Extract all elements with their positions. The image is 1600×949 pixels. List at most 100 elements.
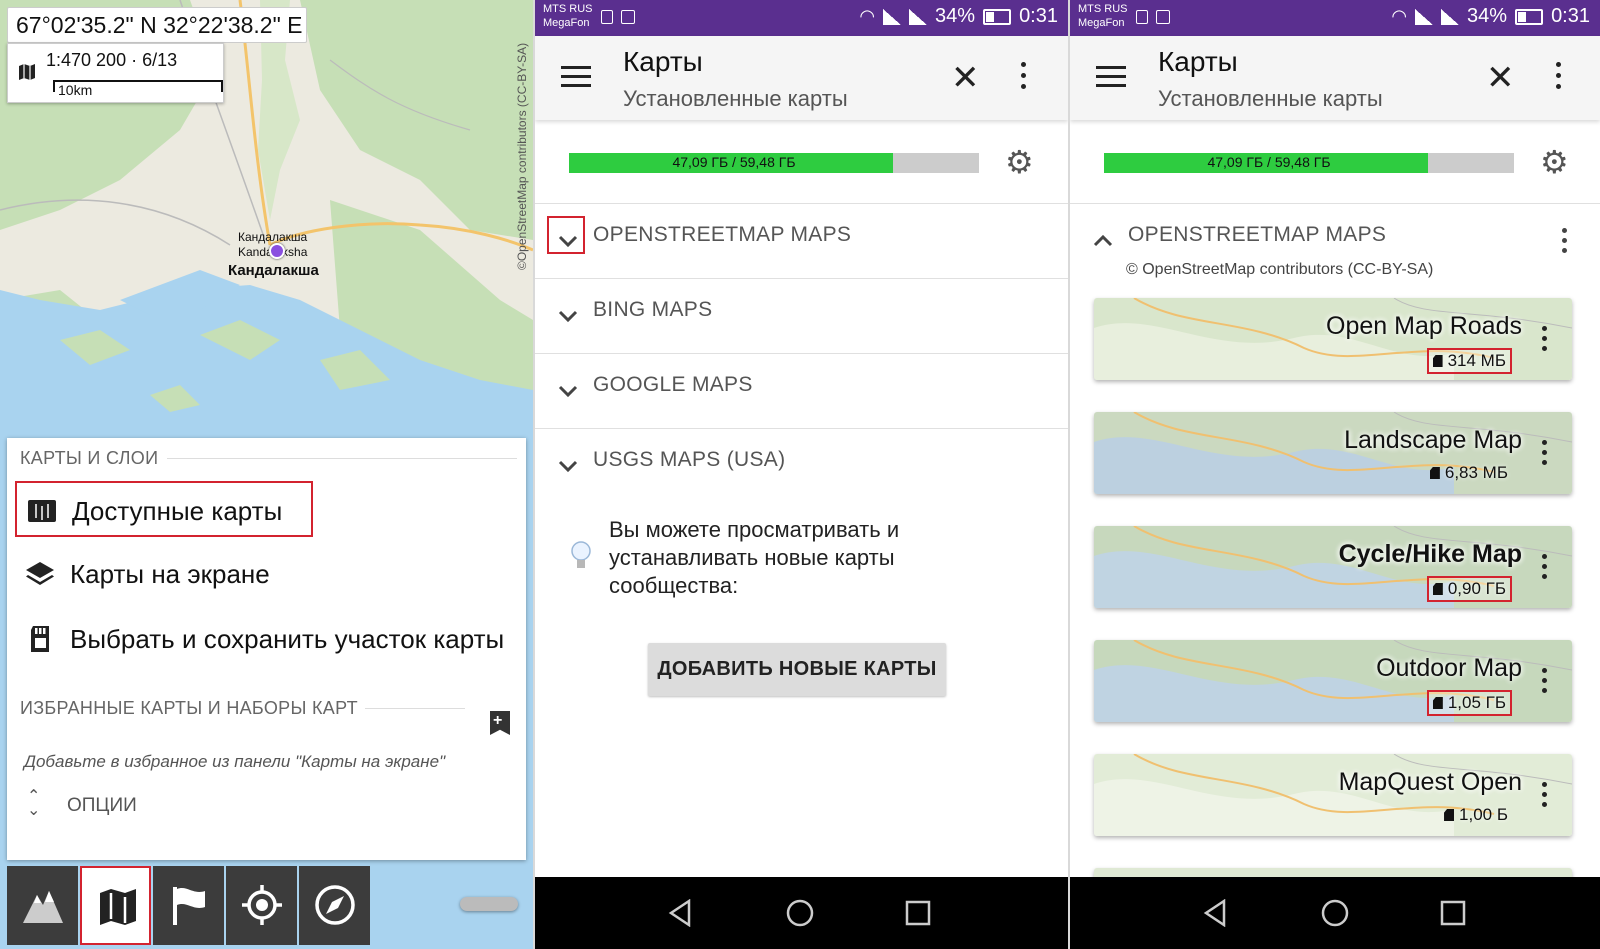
map-size-value: 0,90 ГБ: [1447, 579, 1506, 598]
provider-name: OPENSTREETMAP MAPS: [593, 223, 852, 246]
sim-icon: [1136, 10, 1148, 24]
home-icon[interactable]: [1321, 899, 1349, 927]
battery-icon: [983, 8, 1012, 25]
map-name: Outdoor Map: [1376, 654, 1522, 682]
map-card[interactable]: Cycle/Hike Map 0,90 ГБ: [1094, 526, 1572, 608]
map-panel: 67°02'35.2" N 32°22'38.2" E 1:470 200 · …: [0, 0, 533, 949]
app-header: Карты Установленные карты ✕: [1070, 36, 1600, 120]
maps-providers-panel: MTS RUS MegaFon ◠ 34% 0:31 Карты Установл…: [535, 0, 1068, 949]
gear-icon[interactable]: ⚙: [1005, 146, 1034, 178]
page-subtitle: Установленные карты: [623, 86, 848, 111]
terrain-button[interactable]: [7, 866, 78, 945]
map-book-icon: [28, 500, 56, 522]
scale-indicator[interactable]: 1:470 200 · 6/13 10km: [7, 43, 224, 103]
more-vert-icon[interactable]: [1542, 668, 1548, 696]
page-subtitle: Установленные карты: [1158, 86, 1383, 111]
compass-icon: [315, 885, 355, 925]
storage-bar: 47,09 ГБ / 59,48 ГБ: [569, 153, 979, 173]
provider-row-osm[interactable]: OPENSTREETMAP MAPS: [535, 203, 1068, 277]
menu-item-label: Выбрать и сохранить участок карты: [70, 624, 505, 654]
provider-row-usgs[interactable]: USGS MAPS (USA): [535, 428, 1068, 502]
lightbulb-icon: [571, 541, 591, 568]
map-size-value: 6,83 МБ: [1444, 463, 1508, 482]
app-header: Карты Установленные карты ✕: [535, 36, 1068, 120]
wifi-icon: ◠: [1391, 6, 1408, 26]
menu-item-visible-maps[interactable]: Карты на экране: [15, 546, 519, 602]
current-location-marker[interactable]: [269, 243, 285, 259]
menu-item-label: Доступные карты: [72, 496, 283, 526]
map-name: Cycle/Hike Map: [1338, 540, 1522, 568]
town-label-main: Кандалакша: [228, 262, 319, 279]
locate-button[interactable]: [226, 866, 297, 945]
status-right: ◠ 34% 0:31: [1391, 5, 1590, 28]
storage-text: 47,09 ГБ / 59,48 ГБ: [672, 154, 796, 170]
page-title: Карты: [623, 46, 703, 77]
coordinates-readout[interactable]: 67°02'35.2" N 32°22'38.2" E: [7, 7, 307, 43]
section-title-favorites: ИЗБРАННЫЕ КАРТЫ И НАБОРЫ КАРТ: [20, 698, 358, 718]
more-vert-icon[interactable]: [1562, 228, 1568, 256]
map-card[interactable]: Open Map Roads 314 МБ: [1094, 298, 1572, 380]
compass-button[interactable]: [299, 866, 370, 945]
maps-button[interactable]: [80, 866, 151, 945]
recents-icon[interactable]: [1439, 899, 1467, 927]
community-tip: Вы можете просматривать и устанавливать …: [609, 517, 900, 598]
map-size: 1,00 Б: [1440, 804, 1512, 826]
menu-icon[interactable]: [1096, 66, 1126, 88]
storage-text: 47,09 ГБ / 59,48 ГБ: [1207, 154, 1331, 170]
more-vert-icon[interactable]: [1542, 440, 1548, 468]
more-vert-icon[interactable]: [1542, 326, 1548, 354]
map-size: 6,83 МБ: [1426, 462, 1512, 484]
carrier-1: MTS RUS: [1078, 3, 1128, 15]
bottom-toolbar: [7, 866, 372, 945]
close-icon[interactable]: ✕: [951, 58, 980, 98]
sd-card-icon: [1432, 583, 1443, 595]
sim-icon: [601, 10, 613, 24]
zoom-handle[interactable]: [460, 897, 518, 911]
back-icon[interactable]: [667, 899, 695, 927]
carrier-labels: MTS RUS MegaFon: [543, 2, 593, 30]
battery-icon: [1515, 8, 1544, 25]
provider-row-google[interactable]: GOOGLE MAPS: [535, 353, 1068, 427]
image-icon: [1156, 10, 1170, 24]
sd-card-icon: [1432, 355, 1443, 367]
add-new-maps-button[interactable]: ДОБАВИТЬ НОВЫЕ КАРТЫ: [648, 643, 946, 696]
back-icon[interactable]: [1202, 899, 1230, 927]
more-vert-icon[interactable]: [1542, 554, 1548, 582]
sd-card-icon: [31, 626, 49, 652]
battery-percent: 34%: [935, 5, 976, 27]
carrier-2: MegaFon: [1078, 17, 1125, 29]
scale-bar-label: 10km: [58, 82, 93, 98]
more-vert-icon[interactable]: [1542, 782, 1548, 810]
chevron-down-icon: [558, 460, 578, 473]
map-icon: [19, 64, 35, 80]
map-size-value: 1,05 ГБ: [1447, 693, 1506, 712]
provider-row-bing[interactable]: BING MAPS: [535, 278, 1068, 352]
section-divider: [365, 708, 465, 709]
more-vert-icon[interactable]: [1021, 62, 1027, 92]
more-vert-icon[interactable]: [1556, 62, 1562, 92]
chevron-down-icon: [558, 235, 578, 248]
map-attribution: ©OpenStreetMap contributors (CC-BY-SA): [515, 42, 529, 270]
carrier-1: MTS RUS: [543, 3, 593, 15]
chevron-down-icon: [558, 310, 578, 323]
map-size: 1,05 ГБ: [1426, 690, 1512, 716]
scale-text: 1:470 200 · 6/13: [46, 50, 178, 70]
home-icon[interactable]: [786, 899, 814, 927]
close-icon[interactable]: ✕: [1486, 58, 1515, 98]
map-size-value: 314 МБ: [1447, 351, 1506, 370]
signal-icon-2: [909, 8, 928, 25]
waypoints-button[interactable]: [153, 866, 224, 945]
storage-bar: 47,09 ГБ / 59,48 ГБ: [1104, 153, 1514, 173]
sd-card-icon: [1444, 809, 1455, 821]
map-card[interactable]: Outdoor Map 1,05 ГБ: [1094, 640, 1572, 722]
menu-item-available-maps[interactable]: Доступные карты: [15, 481, 313, 537]
recents-icon[interactable]: [904, 899, 932, 927]
gear-icon[interactable]: ⚙: [1540, 146, 1569, 178]
favorites-hint: Добавьте в избранное из панели "Карты на…: [24, 752, 446, 771]
provider-attribution: © OpenStreetMap contributors (CC-BY-SA): [1126, 261, 1434, 278]
plus-icon: +: [493, 712, 503, 729]
map-card[interactable]: MapQuest Open 1,00 Б: [1094, 754, 1572, 836]
menu-icon[interactable]: [561, 66, 591, 88]
map-card[interactable]: Landscape Map 6,83 МБ: [1094, 412, 1572, 494]
menu-item-save-area[interactable]: Выбрать и сохранить участок карты: [15, 611, 519, 667]
